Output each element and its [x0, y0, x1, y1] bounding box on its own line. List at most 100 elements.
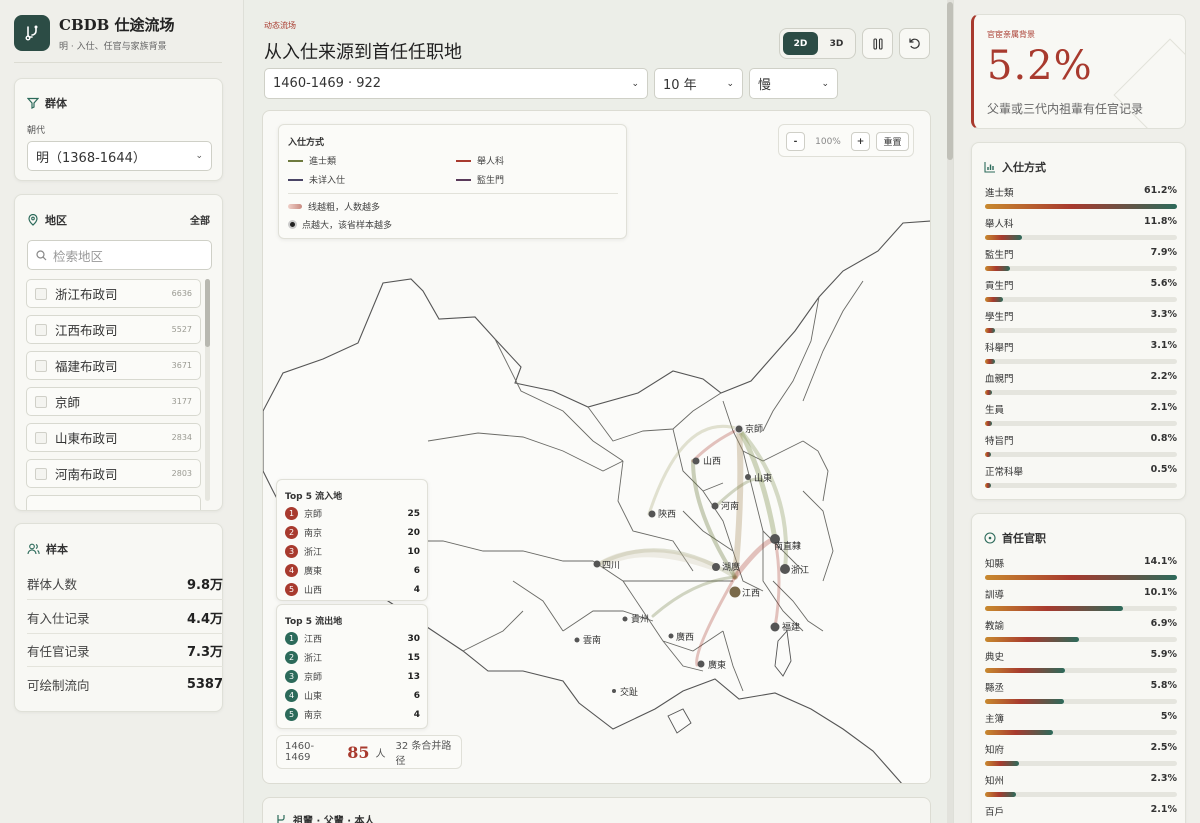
region-item[interactable]: 河南布政司 2803 [26, 459, 201, 488]
zoom-out-button[interactable]: - [786, 132, 805, 151]
checkbox[interactable] [35, 395, 47, 408]
map-point[interactable] [648, 510, 656, 518]
legend-title: 入仕方式 [288, 138, 325, 148]
legend-swatch [288, 178, 303, 181]
region-item[interactable]: 京師 3177 [26, 387, 201, 416]
map-point[interactable] [745, 474, 751, 480]
bar-fill [985, 204, 1177, 209]
map-point[interactable] [780, 564, 790, 574]
bar-value: 5.8% [1150, 680, 1177, 691]
bar-value: 5% [1160, 711, 1177, 722]
bar-value: 5.6% [1150, 278, 1177, 289]
map-label: 京師 [745, 423, 763, 435]
region-scrollbar[interactable] [205, 279, 210, 501]
bar-value: 7.9% [1150, 247, 1177, 258]
bar-track [985, 421, 1177, 426]
bar-row: 縣丞 5.8% [985, 680, 1177, 704]
bar-row: 正常科舉 0.5% [985, 464, 1177, 488]
region-item[interactable] [26, 495, 201, 510]
legend-swatch [456, 178, 471, 181]
region-item[interactable]: 山東布政司 2834 [26, 423, 201, 452]
bar-value: 61.2% [1144, 185, 1177, 196]
zoom-reset-button[interactable]: 重置 [876, 132, 909, 151]
bar-label: 監生門 [985, 250, 1014, 261]
bar-row: 特旨門 0.8% [985, 433, 1177, 457]
kpi-label: 官宦亲属背景 [987, 30, 1035, 39]
bar-label: 學生門 [985, 312, 1014, 323]
mode-3d-button[interactable]: 3D [819, 32, 854, 55]
bar-value: 0.5% [1150, 464, 1177, 475]
period-summary: 1460-1469 85 人 32 条合并路径 [276, 735, 462, 769]
map-point[interactable] [574, 637, 580, 643]
stat-row: 群体人数 9.8万 [27, 567, 223, 600]
divider [288, 193, 618, 194]
bar-track [985, 730, 1177, 735]
region-card: 地区 全部 检索地区 浙江布政司 6636 江西布政司 5527 福建布政司 3671… [14, 194, 223, 511]
bar-fill [985, 483, 991, 488]
checkbox[interactable] [35, 431, 47, 444]
cohort-title: 群体 [45, 97, 67, 110]
bar-track [985, 359, 1177, 364]
legend-item: 進士類 [288, 154, 336, 167]
top-inflow-title: Top 5 流入地 [285, 492, 343, 502]
map-label: 浙江 [791, 564, 809, 576]
flow-map[interactable]: 京師 山西 山東 陝西 河南 南直隸 浙江 四川 湖廣 江西 貴州 福建 雲南 … [262, 110, 931, 784]
list-item: 4 山東 6 [285, 688, 420, 703]
map-point[interactable] [734, 424, 744, 434]
map-label: 江西 [742, 588, 760, 599]
bar-row: 舉人科 11.8% [985, 216, 1177, 240]
bar-fill [985, 359, 995, 364]
bar-track [985, 761, 1177, 766]
mode-2d-button[interactable]: 2D [783, 32, 818, 55]
region-search-input[interactable]: 检索地区 [27, 240, 212, 270]
zoom-in-button[interactable]: + [851, 132, 870, 151]
bar-fill [985, 668, 1066, 673]
map-point[interactable] [711, 502, 719, 510]
map-point[interactable] [729, 586, 741, 598]
bar-value: 2.2% [1150, 371, 1177, 382]
bar-label: 典史 [985, 652, 1005, 663]
top-outflow-panel: Top 5 流出地 1 江西 30 2 浙江 15 3 京師 13 4 山東 6 5 南京 4 [276, 604, 428, 729]
map-point[interactable] [712, 563, 720, 571]
bar-fill [985, 297, 1003, 302]
list-item: 5 南京 4 [285, 707, 420, 722]
region-item[interactable]: 福建布政司 3671 [26, 351, 201, 380]
map-point[interactable] [593, 560, 601, 568]
speed-select[interactable]: 慢 ⌄ [749, 68, 838, 99]
region-item[interactable]: 江西布政司 5527 [26, 315, 201, 344]
bar-row: 進士類 61.2% [985, 185, 1177, 209]
view-mode-toggle: 2D 3D [779, 28, 856, 59]
main-panel: 动态流场 从入仕来源到首任任职地 2D 3D 1460-1469 · 922 ⌄ … [245, 0, 950, 823]
bar-value: 3.1% [1150, 340, 1177, 351]
bar-fill [985, 421, 992, 426]
bar-label: 貢生門 [985, 281, 1014, 292]
checkbox[interactable] [35, 323, 47, 336]
right-sidebar: 官宦亲属背景 5.2% 父輩或三代内祖輩有任官记录 入仕方式 進士類 61.2% 舉… [953, 0, 1200, 823]
period-select[interactable]: 1460-1469 · 922 ⌄ [264, 68, 648, 99]
region-item[interactable]: 浙江布政司 6636 [26, 279, 201, 308]
list-item: 3 浙江 10 [285, 544, 420, 559]
bar-label: 進士類 [985, 188, 1014, 199]
checkbox[interactable] [35, 287, 47, 300]
bar-label: 科舉門 [985, 343, 1014, 354]
map-point[interactable] [770, 622, 780, 632]
checkbox[interactable] [35, 359, 47, 372]
map-point[interactable] [612, 689, 616, 693]
map-point[interactable] [622, 616, 628, 622]
location-pin-icon [28, 214, 38, 226]
map-point[interactable] [692, 457, 700, 465]
bar-row: 生員 2.1% [985, 402, 1177, 426]
dynasty-select[interactable]: 明（1368-1644） ⌄ [27, 141, 212, 171]
bar-track [985, 606, 1177, 611]
pause-button[interactable] [862, 28, 893, 59]
stat-row: 可绘制流向 5387 [27, 677, 223, 693]
divider [14, 62, 222, 63]
region-all-toggle[interactable]: 全部 [190, 212, 210, 227]
family-section-card: 祖輩 · 父輩 · 本人 [262, 797, 931, 823]
bar-label: 血親門 [985, 374, 1014, 385]
checkbox[interactable] [35, 467, 47, 480]
map-point[interactable] [668, 633, 674, 639]
map-point[interactable] [697, 660, 705, 668]
reset-animation-button[interactable] [899, 28, 930, 59]
step-select[interactable]: 10 年 ⌄ [654, 68, 743, 99]
